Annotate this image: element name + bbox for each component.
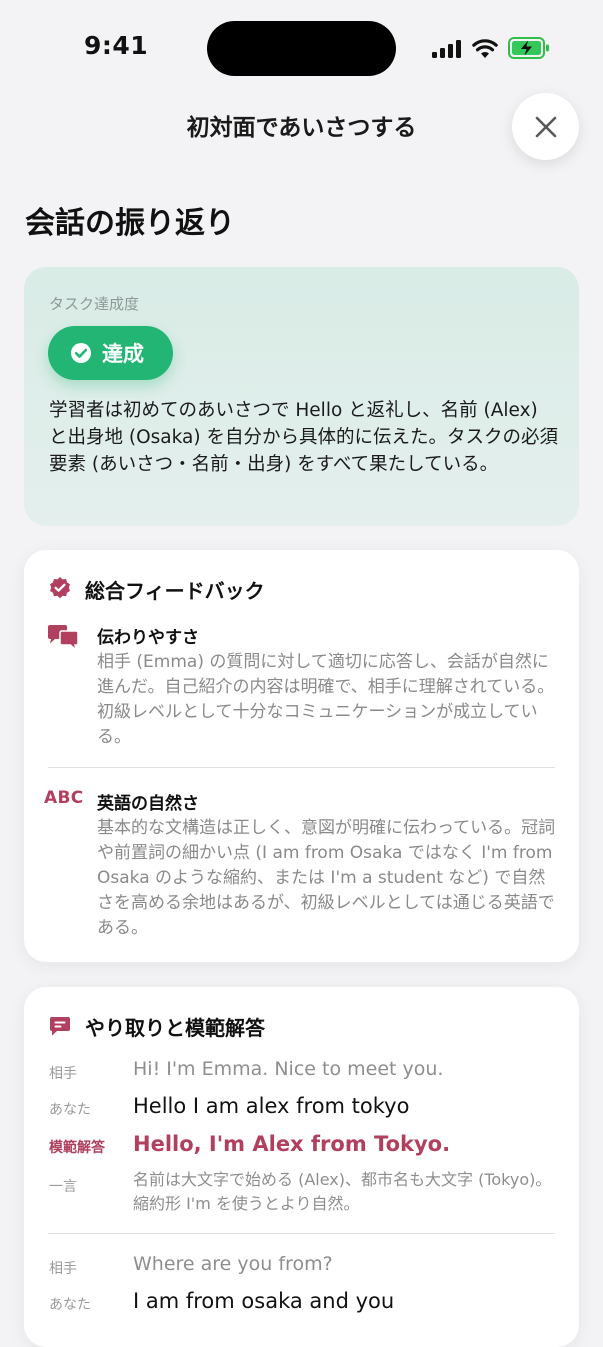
badge-label: 達成 <box>102 342 144 366</box>
verified-badge-icon <box>50 577 70 599</box>
message-icon <box>50 1017 70 1036</box>
note-label: 一言 <box>49 1179 77 1195</box>
feedback-heading: 総合フィードバック <box>85 579 265 603</box>
abc-icon: ABC <box>44 788 84 808</box>
feedback-item-title: 伝わりやすさ <box>97 628 199 648</box>
feedback-item-title: 英語の自然さ <box>97 794 199 814</box>
section-title: 会話の振り返り <box>25 206 235 241</box>
status-bar: 9:41 <box>0 0 603 96</box>
your-message: I am from osaka and you <box>133 1289 395 1313</box>
partner-message: Hi! I'm Emma. Nice to meet you. <box>133 1058 444 1080</box>
check-circle-icon <box>71 343 91 363</box>
your-message: Hello I am alex from tokyo <box>133 1094 410 1118</box>
task-achievement-card: タスク達成度 達成 学習者は初めてのあいさつで Hello と返礼し、名前 (A… <box>24 267 579 526</box>
feedback-item-body: 基本的な文構造は正しく、意図が明確に伝わっている。冠詞や前置詞の細かい点 (I … <box>97 818 556 938</box>
dynamic-island <box>207 21 396 76</box>
close-button[interactable] <box>512 93 579 160</box>
chat-bubbles-icon <box>48 625 79 652</box>
battery-icon <box>508 37 549 59</box>
model-answer-label: 模範解答 <box>49 1140 105 1156</box>
you-label: あなた <box>49 1297 91 1313</box>
feedback-item-body: 相手 (Emma) の質問に対して適切に応答し、会話が自然に進んだ。自己紹介の内… <box>97 652 555 747</box>
task-description: 学習者は初めてのあいさつで Hello と返礼し、名前 (Alex) と出身地 … <box>49 400 558 475</box>
divider <box>48 767 555 768</box>
close-icon <box>535 116 556 137</box>
wifi-icon <box>472 39 498 58</box>
status-time: 9:41 <box>84 31 149 60</box>
status-badge: 達成 <box>48 326 173 380</box>
task-label: タスク達成度 <box>49 295 140 313</box>
partner-label: 相手 <box>49 1261 77 1277</box>
feedback-card: 総合フィードバック 伝わりやすさ 相手 (Emma) の質問に対して適切に応答し… <box>24 550 579 962</box>
exchange-heading: やり取りと模範解答 <box>85 1016 265 1040</box>
divider <box>48 1233 555 1234</box>
note-text: 名前は大文字で始める (Alex)、都市名も大文字 (Tokyo)。縮約形 I'… <box>133 1170 552 1213</box>
exchange-card: やり取りと模範解答 相手 Hi! I'm Emma. Nice to meet … <box>24 987 579 1347</box>
partner-label: 相手 <box>49 1066 77 1082</box>
partner-message: Where are you from? <box>133 1253 333 1275</box>
signal-icon <box>432 40 461 58</box>
you-label: あなた <box>49 1102 91 1118</box>
model-answer: Hello, I'm Alex from Tokyo. <box>133 1132 451 1156</box>
